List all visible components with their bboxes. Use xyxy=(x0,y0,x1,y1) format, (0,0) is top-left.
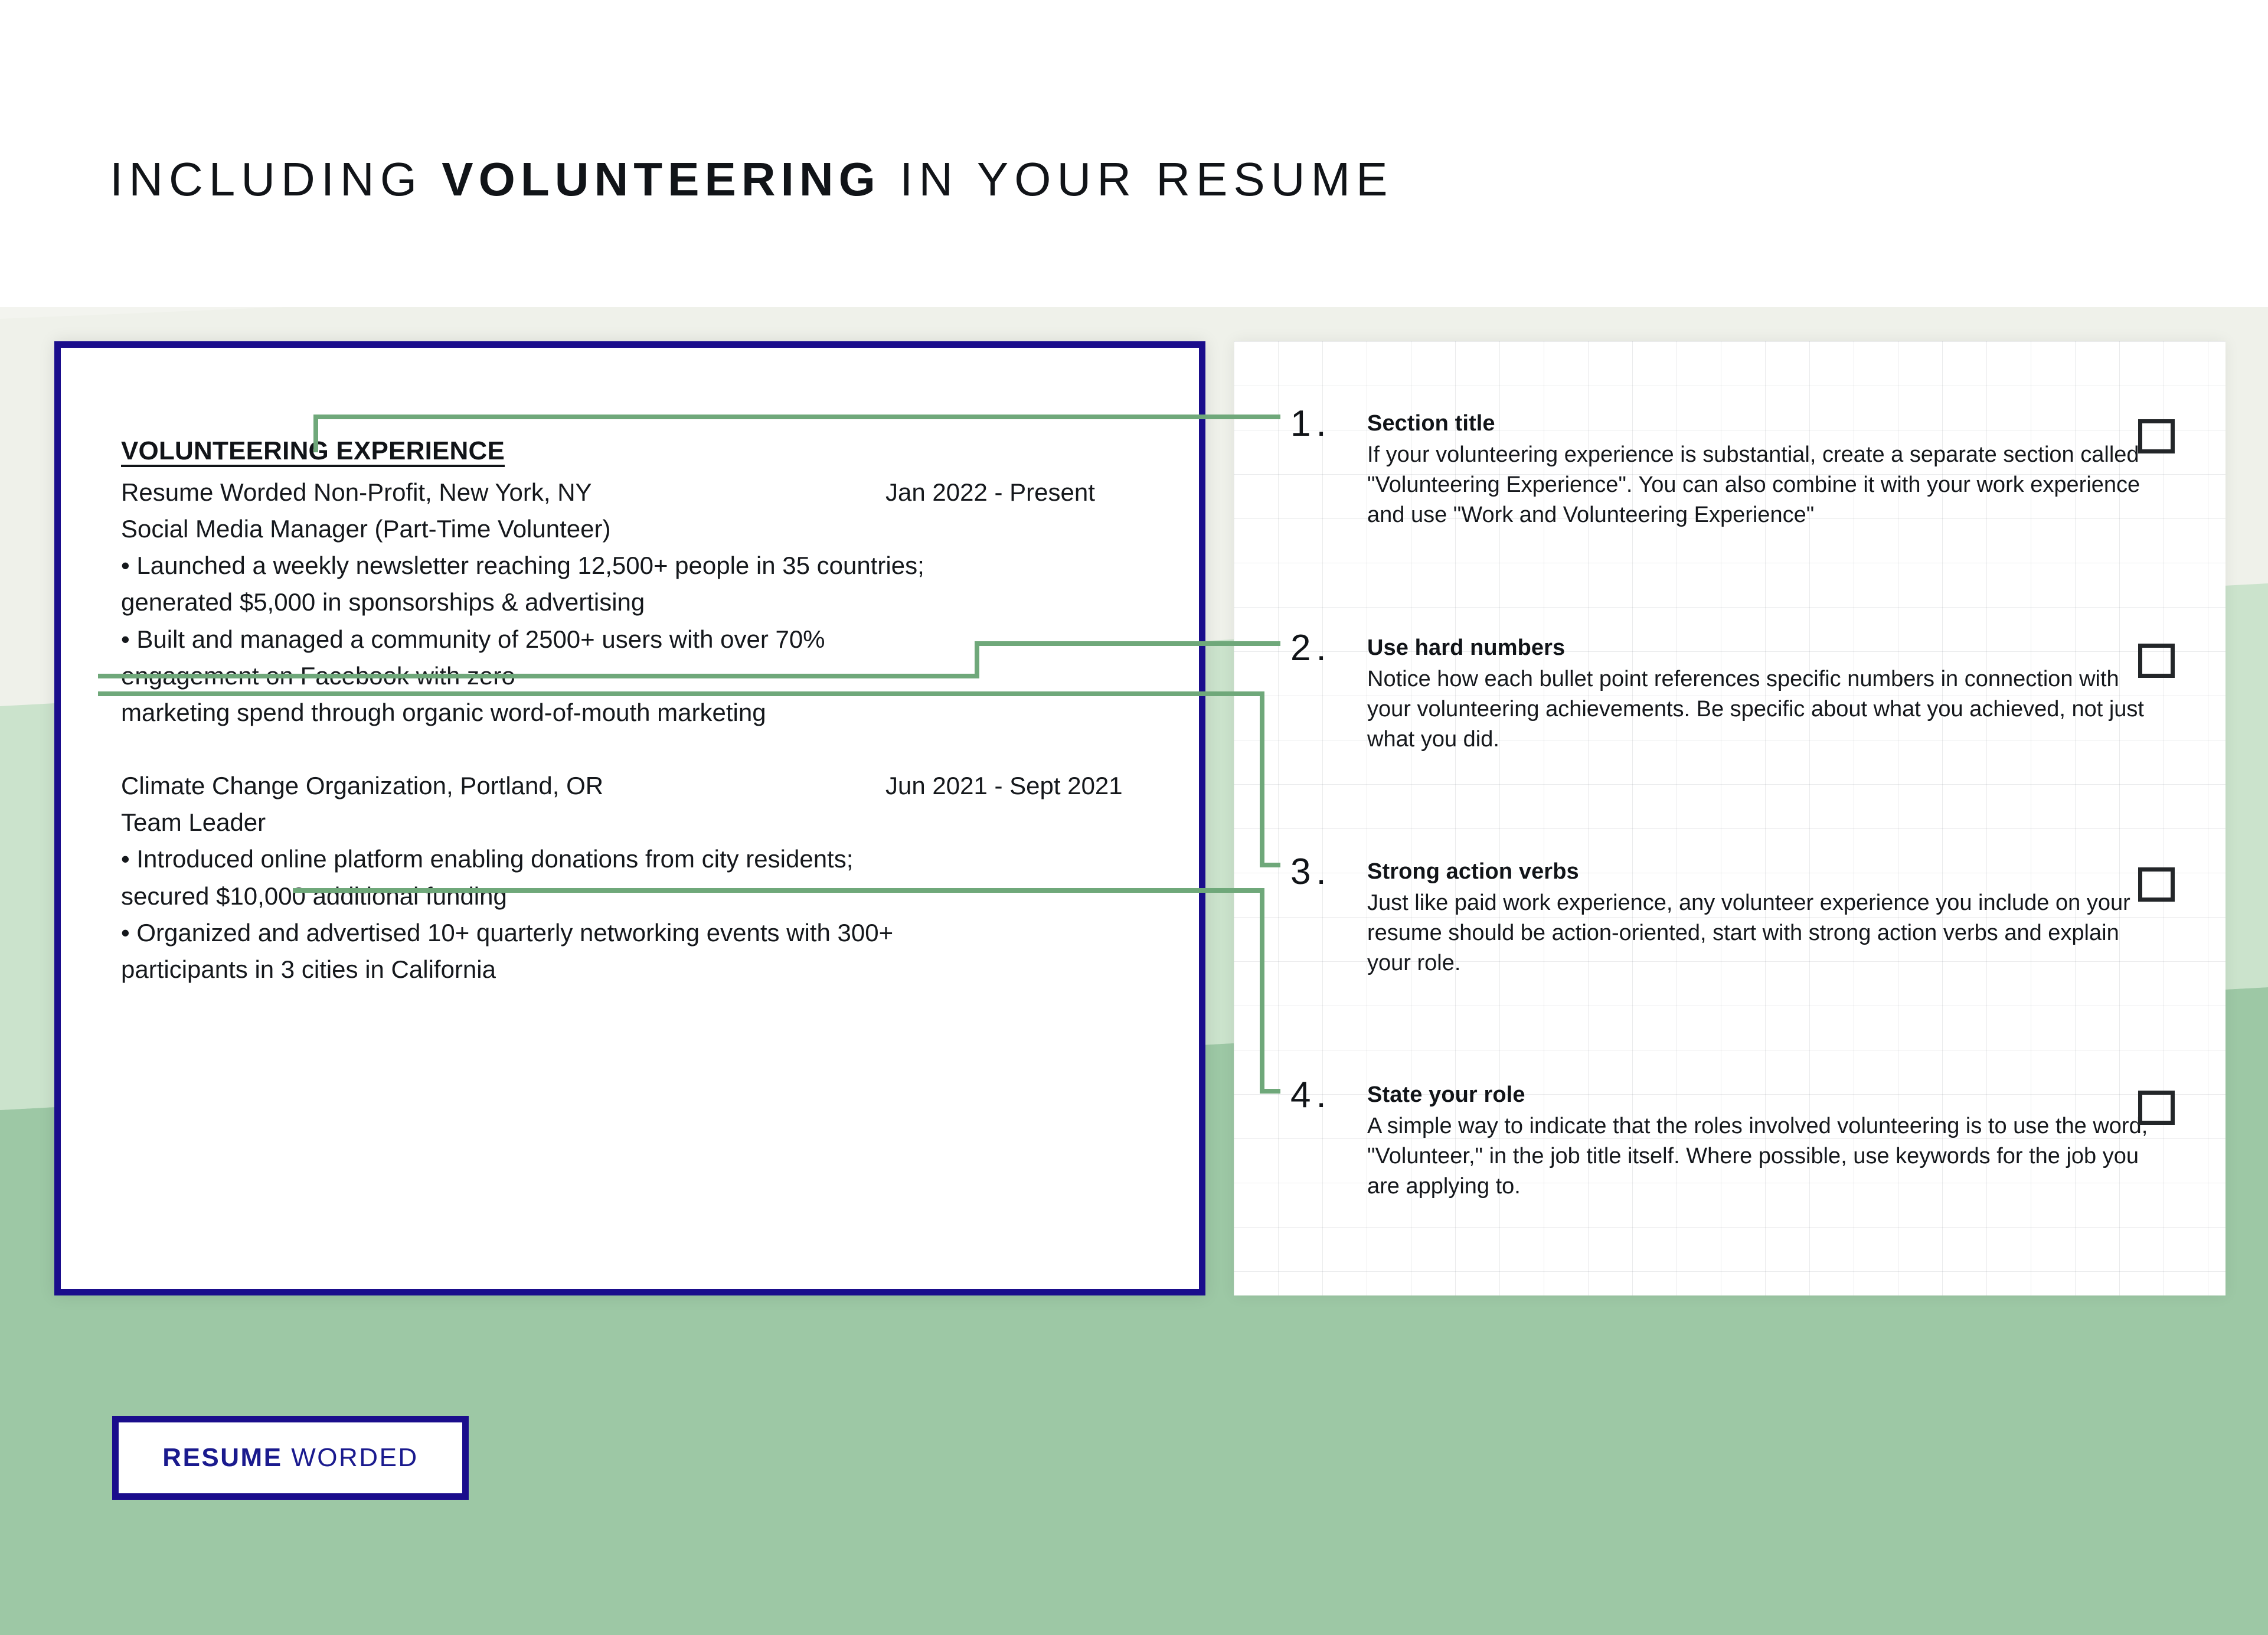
tip-body: Use hard numbers Notice how each bullet … xyxy=(1367,634,2152,755)
header: INCLUDING VOLUNTEERING IN YOUR RESUME xyxy=(0,0,2268,307)
tip-description: If your volunteering experience is subst… xyxy=(1367,442,2140,528)
resume-section-heading: VOLUNTEERING EXPERIENCE xyxy=(121,436,505,465)
resume-bullet-cont: generated $5,000 in sponsorships & adver… xyxy=(121,588,645,616)
tip-description: Just like paid work experience, any volu… xyxy=(1367,890,2130,976)
resume-bullet-cont: secured $10,000 additional funding xyxy=(121,882,507,910)
resume-bullet-cont: participants in 3 cities in California xyxy=(121,955,496,983)
tips-panel: 1. Section title If your volunteering ex… xyxy=(1234,341,2225,1295)
resume-entry-dates: Jan 2022 - Present xyxy=(885,478,1095,506)
tip-item-3: 3. Strong action verbs Just like paid wo… xyxy=(1290,851,2152,978)
page-title: INCLUDING VOLUNTEERING IN YOUR RESUME xyxy=(110,152,1394,207)
resume-bullet-cont: engagement on Facebook with zero xyxy=(121,661,515,690)
resume-entry-dates: Jun 2021 - Sept 2021 xyxy=(885,772,1123,800)
tip-number: 2. xyxy=(1290,628,1332,668)
resume-entry-role: Social Media Manager (Part-Time Voluntee… xyxy=(121,515,611,543)
resume-entry-header: Climate Change Organization, Portland, O… xyxy=(121,768,1164,804)
tip-description: Notice how each bullet point references … xyxy=(1367,666,2144,752)
resume-entry-header: Resume Worded Non-Profit, New York, NY J… xyxy=(121,474,1164,511)
resume-entry-role: Team Leader xyxy=(121,808,266,837)
tip-item-4: 4. State your role A simple way to indic… xyxy=(1290,1075,2152,1202)
resume-bullet-cont: marketing spend through organic word-of-… xyxy=(121,698,766,726)
tip-description: A simple way to indicate that the roles … xyxy=(1367,1113,2148,1199)
logo-bold: RESUME xyxy=(162,1443,283,1472)
resume-entry-spacer xyxy=(121,731,1164,768)
tip-title: Strong action verbs xyxy=(1367,859,1579,884)
page-title-highlight: VOLUNTEERING xyxy=(442,153,881,205)
tip-number: 1. xyxy=(1290,403,1332,444)
tip-item-2: 2. Use hard numbers Notice how each bull… xyxy=(1290,628,2152,755)
logo-text: RESUME WORDED xyxy=(162,1443,418,1473)
tip-checkbox-3[interactable] xyxy=(2138,867,2175,902)
resume-worded-logo[interactable]: RESUME WORDED xyxy=(112,1416,469,1500)
page-title-pre: INCLUDING xyxy=(110,153,442,205)
resume-entry-organization: Climate Change Organization, Portland, O… xyxy=(121,772,604,800)
resume-content: VOLUNTEERING EXPERIENCE Resume Worded No… xyxy=(121,436,1164,988)
tip-body: State your role A simple way to indicate… xyxy=(1367,1081,2152,1202)
tip-checkbox-4[interactable] xyxy=(2138,1091,2175,1125)
tip-title: State your role xyxy=(1367,1082,1525,1107)
tip-checkbox-1[interactable] xyxy=(2138,419,2175,453)
resume-bullet: • Introduced online platform enabling do… xyxy=(121,845,854,873)
resume-bullet: • Launched a weekly newsletter reaching … xyxy=(121,551,924,580)
tip-item-1: 1. Section title If your volunteering ex… xyxy=(1290,403,2152,530)
tip-number: 4. xyxy=(1290,1075,1332,1115)
page-title-post: IN YOUR RESUME xyxy=(880,153,1394,205)
resume-bullet: • Organized and advertised 10+ quarterly… xyxy=(121,918,894,947)
tip-title: Section title xyxy=(1367,411,1495,436)
tip-body: Section title If your volunteering exper… xyxy=(1367,410,2152,530)
resume-entry: Resume Worded Non-Profit, New York, NY J… xyxy=(121,474,1164,731)
resume-entry: Climate Change Organization, Portland, O… xyxy=(121,768,1164,988)
logo-regular: WORDED xyxy=(282,1443,419,1472)
tip-number: 3. xyxy=(1290,851,1332,892)
tip-body: Strong action verbs Just like paid work … xyxy=(1367,858,2152,978)
tip-title: Use hard numbers xyxy=(1367,635,1566,660)
resume-bullet: • Built and managed a community of 2500+… xyxy=(121,625,825,653)
tip-checkbox-2[interactable] xyxy=(2138,644,2175,678)
resume-preview-card: VOLUNTEERING EXPERIENCE Resume Worded No… xyxy=(54,341,1205,1295)
resume-entry-organization: Resume Worded Non-Profit, New York, NY xyxy=(121,478,592,506)
